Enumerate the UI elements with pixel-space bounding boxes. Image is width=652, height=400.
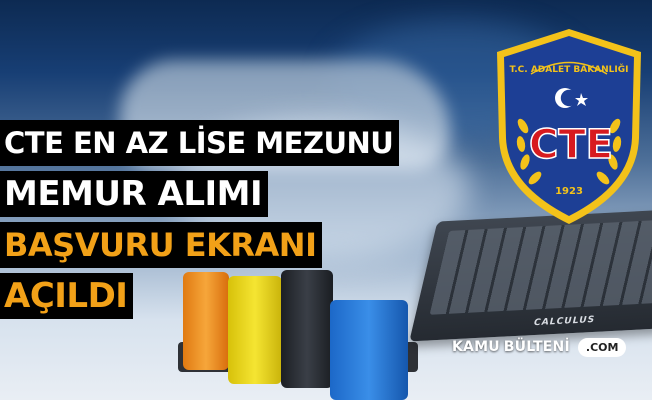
stamp-dark xyxy=(281,270,333,388)
headline-line-1: CTE EN AZ LİSE MEZUNU xyxy=(0,120,400,166)
calculator-brand-label: CALCULUS xyxy=(532,315,597,329)
headline-line-4: AÇILDI xyxy=(0,273,134,319)
cte-badge-logo: T.C. ADALET BAKANLIĞI CTE 1923 xyxy=(497,29,641,224)
keyboard-keys xyxy=(429,219,652,315)
watermark-part-2: BÜLTENİ xyxy=(503,339,570,355)
headline-line-3: BAŞVURU EKRANI xyxy=(0,222,323,268)
stamp-yellow xyxy=(228,276,282,384)
watermark-part-1: KAMU xyxy=(452,339,500,355)
badge-letters: CTE xyxy=(529,122,613,168)
watermark-suffix: .COM xyxy=(577,337,627,357)
stamp-blue xyxy=(330,300,408,400)
headline-line-2: MEMUR ALIMI xyxy=(0,171,269,217)
badge-top-text: T.C. ADALET BAKANLIĞI xyxy=(509,63,628,75)
news-banner: CALCULUS CTE EN AZ LİSE MEZUNU MEMUR ALI… xyxy=(0,0,652,400)
stamp-orange xyxy=(183,272,229,370)
badge-year: 1923 xyxy=(555,186,583,197)
calculator-keyboard: CALCULUS xyxy=(409,208,652,342)
site-watermark: KAMU BÜLTENİ .COM xyxy=(452,336,627,358)
